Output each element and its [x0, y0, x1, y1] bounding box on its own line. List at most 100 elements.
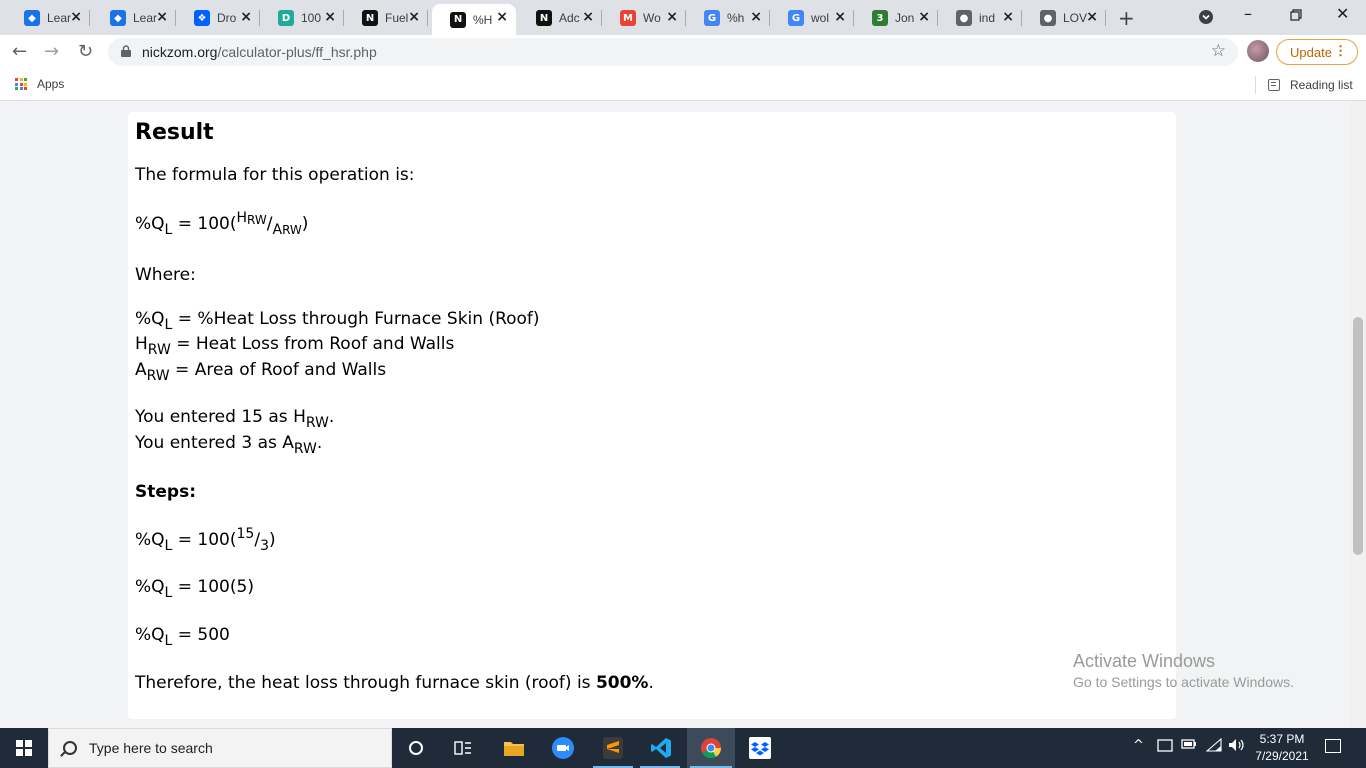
zoom-icon[interactable] — [551, 736, 575, 760]
taskbar-clock[interactable]: 5:37 PM 7/29/2021 — [1255, 731, 1309, 765]
tab-6[interactable]: N %H × — [432, 4, 516, 35]
tab-4[interactable]: D 100 × — [260, 4, 344, 32]
close-tab-icon[interactable]: × — [156, 9, 168, 25]
close-tab-icon[interactable]: × — [582, 9, 594, 25]
tab-10[interactable]: Gwol × — [770, 4, 854, 32]
forward-icon[interactable]: → — [44, 41, 59, 62]
tab-title: 100 — [301, 11, 322, 25]
tab-title: LOV — [1063, 11, 1087, 25]
close-tab-icon[interactable]: × — [834, 9, 846, 25]
wifi-icon[interactable] — [1205, 737, 1222, 756]
close-tab-icon[interactable]: × — [1086, 9, 1098, 25]
close-tab-icon[interactable]: × — [408, 9, 420, 25]
where-label: Where: — [135, 265, 196, 285]
reading-list-label: Reading list — [1290, 78, 1353, 92]
tab-11[interactable]: 3 Jon × — [854, 4, 938, 32]
volume-icon[interactable] — [1228, 738, 1246, 756]
taskbar-search-box[interactable]: Type here to search — [48, 728, 392, 768]
back-icon[interactable]: ← — [12, 41, 27, 62]
tab-5[interactable]: N Fuel × — [344, 4, 428, 32]
gmail-icon: M — [620, 10, 636, 26]
result-card: Result The formula for this operation is… — [128, 112, 1176, 719]
entered-hrw-value: 15 — [241, 407, 263, 427]
new-tab-button[interactable]: + — [1118, 6, 1135, 30]
close-tab-icon[interactable]: × — [240, 9, 252, 25]
close-window-button[interactable]: ✕ — [1336, 4, 1349, 23]
file-explorer-icon[interactable] — [502, 736, 526, 760]
reload-icon[interactable]: ↻ — [78, 41, 93, 62]
tab-2[interactable]: ◆ Lear × — [92, 4, 176, 32]
tab-12[interactable]: ● ind × — [938, 4, 1022, 32]
close-tab-icon[interactable]: × — [1002, 9, 1014, 25]
entered-arw: You entered 3 as ARW. — [135, 433, 323, 457]
close-tab-icon[interactable]: × — [324, 9, 336, 25]
url-path: /calculator-plus/ff_hsr.php — [217, 44, 377, 60]
menu-dots-icon[interactable]: ⋮ — [1334, 43, 1347, 59]
conclusion-value: 500% — [595, 673, 649, 693]
tab-8[interactable]: M Wo × — [602, 4, 686, 32]
dropbox-taskbar-icon[interactable] — [748, 736, 772, 760]
close-tab-icon[interactable]: × — [918, 9, 930, 25]
google-icon: G — [788, 10, 804, 26]
close-tab-icon[interactable]: × — [496, 9, 508, 25]
update-label: Update — [1290, 44, 1332, 60]
sublime-text-icon[interactable] — [601, 736, 625, 760]
url-text[interactable]: nickzom.org/calculator-plus/ff_hsr.php — [142, 44, 377, 60]
page-scrollbar[interactable] — [1350, 102, 1366, 728]
reading-list-button[interactable]: Reading list — [1255, 76, 1353, 94]
learn-icon: ◆ — [24, 10, 40, 26]
address-bar[interactable]: nickzom.org/calculator-plus/ff_hsr.php ☆ — [108, 38, 1238, 66]
cortana-icon[interactable] — [404, 736, 428, 760]
step-2-value: 100(5) — [197, 577, 254, 597]
dropbox-icon: ❖ — [194, 10, 210, 26]
tab-search-icon[interactable] — [1199, 9, 1213, 28]
scrollbar-thumb[interactable] — [1353, 317, 1363, 555]
steps-label: Steps: — [135, 482, 196, 502]
tab-title: Wo — [643, 11, 661, 25]
entered-arw-pre: You entered — [135, 433, 236, 453]
task-view-icon[interactable] — [451, 736, 475, 760]
tray-chevron-icon[interactable]: ^ — [1133, 738, 1144, 753]
minimize-button[interactable]: – — [1244, 4, 1252, 23]
step-2: %QL = 100(5) — [135, 577, 254, 601]
profile-avatar[interactable] — [1247, 40, 1269, 62]
tab-13[interactable]: ● LOV × — [1022, 4, 1106, 32]
nickzom-icon: N — [450, 11, 466, 28]
clock-time: 5:37 PM — [1259, 732, 1305, 746]
tab-3[interactable]: ❖ Dro × — [176, 4, 260, 32]
tab-title: Fuel — [385, 11, 409, 25]
close-tab-icon[interactable]: × — [666, 9, 678, 25]
notification-center-icon[interactable] — [1325, 739, 1341, 753]
tab-title: Jon — [895, 11, 915, 25]
step-1-denominator: 3 — [260, 538, 269, 554]
conclusion-text: Therefore, the heat loss through furnace… — [135, 673, 591, 693]
tab-7[interactable]: N Adc × — [518, 4, 602, 32]
chrome-taskbar-button[interactable] — [687, 728, 735, 768]
taskbar-search-placeholder: Type here to search — [89, 740, 213, 756]
apps-shortcut[interactable]: Apps — [15, 77, 64, 91]
tab-9[interactable]: G %h × — [686, 4, 770, 32]
jobs-icon: 3 — [872, 10, 888, 26]
vscode-icon[interactable] — [649, 736, 673, 760]
windows-taskbar: Type here to search ^ 5:37 PM 7/29/2021 — [0, 728, 1366, 768]
meet-now-icon[interactable] — [1157, 738, 1173, 756]
activate-windows-watermark: Activate Windows Go to Settings to activ… — [1073, 651, 1294, 690]
close-tab-icon[interactable]: × — [750, 9, 762, 25]
conclusion-period: . — [648, 673, 654, 693]
close-tab-icon[interactable]: × — [70, 9, 82, 25]
bookmark-star-icon[interactable]: ☆ — [1211, 41, 1226, 61]
tab-title: Lear — [47, 11, 71, 25]
doc-icon: D — [278, 10, 294, 26]
apps-label: Apps — [37, 77, 65, 91]
lock-icon — [121, 45, 131, 57]
restore-button[interactable] — [1290, 6, 1302, 25]
entered-arw-value: 3 — [241, 433, 253, 453]
globe-icon: ● — [956, 10, 972, 26]
formula-intro: The formula for this operation is: — [135, 165, 415, 185]
windows-start-icon[interactable] — [0, 728, 48, 768]
battery-icon[interactable] — [1181, 738, 1197, 754]
definition-ql: %QL = %Heat Loss through Furnace Skin (R… — [135, 309, 540, 333]
update-button[interactable]: Update ⋮ — [1276, 39, 1358, 65]
clock-date: 7/29/2021 — [1255, 749, 1309, 763]
tab-1[interactable]: ◆ Lear × — [6, 4, 90, 32]
